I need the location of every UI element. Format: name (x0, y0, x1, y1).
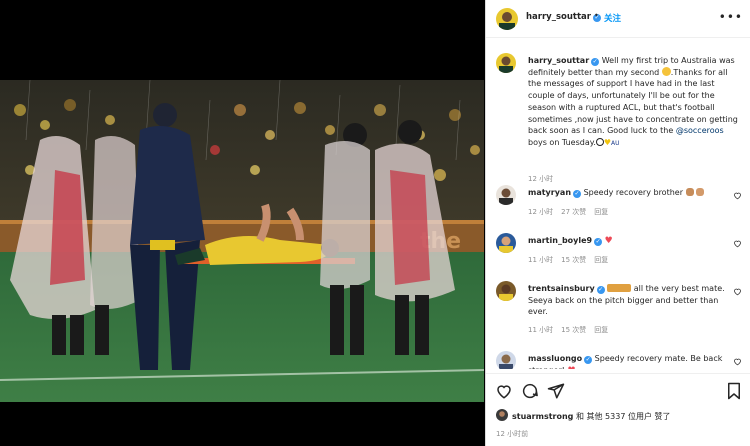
commenter-username[interactable]: massluongo (528, 354, 582, 363)
commenter-avatar[interactable] (496, 185, 516, 205)
soccer-ball-icon (595, 137, 604, 146)
caption-text: harry_souttar ✓ Well my first trip to Aus… (528, 55, 740, 150)
comment-icon[interactable] (521, 382, 539, 400)
comment-like-heart-icon[interactable] (733, 191, 742, 200)
comment-text: trentsainsbury ✓ all the very best mate. … (528, 283, 740, 318)
red-heart-icon: ♥ (567, 366, 575, 369)
red-heart-icon: ♥ (604, 236, 613, 246)
commenter-avatar[interactable] (496, 281, 516, 301)
mention-link[interactable]: @socceroos (676, 126, 724, 135)
commenter-username[interactable]: martin_boyle9 (528, 236, 592, 245)
commenter-avatar[interactable] (496, 233, 516, 253)
header-separator: • (594, 11, 599, 20)
author-username-text[interactable]: harry_souttar (526, 12, 591, 22)
liked-by-count[interactable]: 和 其他 5337 位用户 赞了 (576, 412, 671, 421)
comment-like-heart-icon[interactable] (733, 357, 742, 366)
grimace-emoji-icon (661, 66, 671, 76)
liked-by-text: stuarmstrong 和 其他 5337 位用户 赞了 (512, 411, 671, 422)
verified-icon: ✓ (596, 286, 605, 294)
author-username[interactable]: harry_souttar ✓ (526, 12, 601, 22)
comment-likes[interactable]: 27 次赞 (561, 208, 586, 216)
comment-meta: 12 小时 27 次赞 回复 (528, 207, 616, 217)
author-avatar[interactable] (496, 8, 518, 30)
verified-icon: ✓ (573, 190, 582, 198)
verified-icon: ✓ (594, 238, 603, 246)
yellow-heart-icon: ♥ (603, 137, 612, 147)
bookmark-icon[interactable] (725, 382, 743, 400)
commenter-username[interactable]: matyryan (528, 188, 571, 197)
post-photo[interactable]: the (0, 80, 484, 402)
post-timestamp: 12 小时前 (496, 430, 529, 438)
flag-text: AU (611, 139, 620, 147)
comment-text: matyryan ✓ Speedy recovery brother (528, 187, 740, 199)
caption-username[interactable]: harry_souttar (528, 56, 589, 65)
praise-emoji-icon (607, 284, 632, 292)
comment-meta: 11 小时 15 次赞 回复 (528, 325, 616, 335)
liker-avatar[interactable] (496, 409, 508, 421)
comment-text: martin_boyle9 ✓ ♥ (528, 235, 740, 248)
fist-emoji-icon (685, 188, 694, 196)
photo-area: the (0, 0, 484, 446)
follow-button[interactable]: 关注 (604, 12, 621, 24)
comment-like-heart-icon[interactable] (733, 287, 742, 296)
reply-button[interactable]: 回复 (594, 326, 608, 334)
heart-icon[interactable] (495, 382, 513, 400)
share-icon[interactable] (547, 382, 565, 400)
comment-likes[interactable]: 15 次赞 (561, 326, 586, 334)
comment-meta: 11 小时 15 次赞 回复 (528, 255, 616, 265)
caption-time: 12 小时 (528, 175, 554, 183)
commenter-avatar[interactable] (496, 351, 516, 369)
comment-time: 11 小时 (528, 326, 554, 334)
action-bar (486, 373, 750, 407)
comment-time: 11 小时 (528, 256, 554, 264)
caption-text-end: boys on Tuesday. (528, 137, 596, 147)
muscle-emoji-icon (696, 188, 705, 196)
verified-icon: ✓ (591, 58, 600, 66)
liker-username[interactable]: stuarmstrong (512, 412, 573, 421)
comment-time: 12 小时 (528, 208, 554, 216)
comment-body: Speedy recovery brother (583, 188, 683, 197)
photo-illustration: the (0, 80, 484, 402)
post-header: harry_souttar ✓ • 关注 ••• (486, 0, 750, 38)
more-horizontal-icon[interactable]: ••• (719, 10, 743, 24)
liked-by: stuarmstrong 和 其他 5337 位用户 赞了 (496, 409, 746, 425)
post-panel: harry_souttar ✓ • 关注 ••• harry_souttar ✓ W… (485, 0, 750, 446)
comment-likes[interactable]: 15 次赞 (561, 256, 586, 264)
reply-button[interactable]: 回复 (594, 256, 608, 264)
caption-meta: 12 小时 (528, 174, 561, 184)
comments-list[interactable]: harry_souttar ✓ Well my first trip to Aus… (486, 39, 750, 369)
reply-button[interactable]: 回复 (594, 208, 608, 216)
caption-avatar[interactable] (496, 53, 516, 73)
comment-like-heart-icon[interactable] (733, 239, 742, 248)
comment-text: massluongo ✓ Speedy recovery mate. Be bac… (528, 353, 740, 369)
commenter-username[interactable]: trentsainsbury (528, 284, 595, 293)
verified-icon: ✓ (584, 356, 593, 364)
